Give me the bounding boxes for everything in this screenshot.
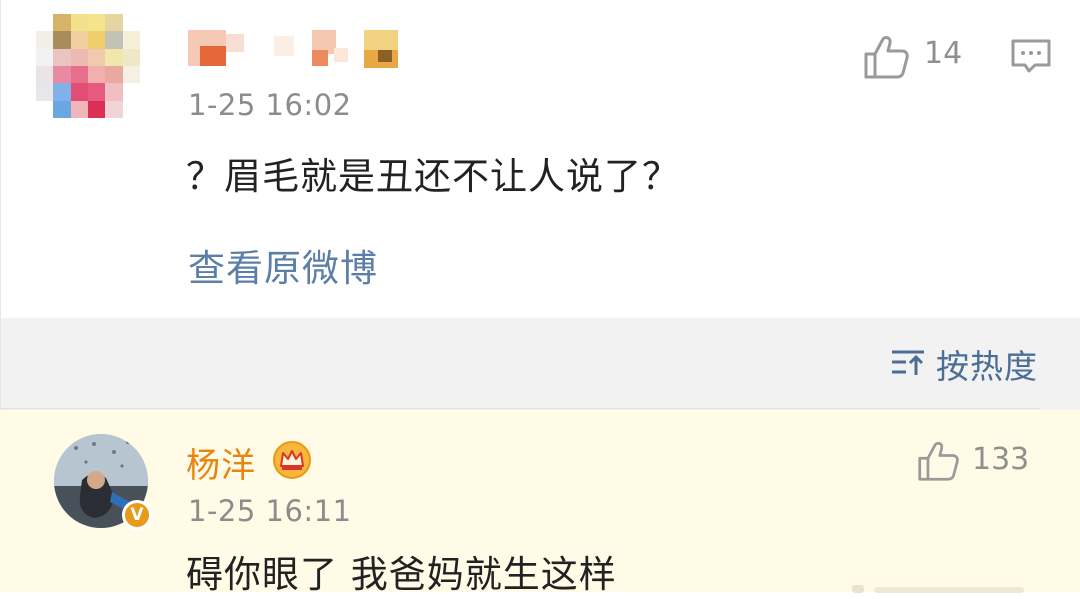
- comment-2-like-count: 133: [972, 442, 1030, 477]
- verified-badge: V: [122, 500, 152, 530]
- sort-icon: [890, 347, 926, 381]
- thumbs-up-icon[interactable]: [916, 440, 960, 486]
- comment-2-time: 1-25 16:11: [188, 494, 352, 528]
- username[interactable]: 杨洋: [186, 438, 256, 487]
- comment-icon[interactable]: [1010, 38, 1052, 78]
- comment-1-time: 1-25 16:02: [188, 88, 352, 122]
- comment-2-text: 碍你眼了 我爸妈就生这样: [186, 553, 617, 596]
- sort-label: 按热度: [936, 347, 1038, 386]
- crown-icon: [272, 440, 312, 484]
- section-divider: [0, 408, 1040, 409]
- sort-by-heat-button[interactable]: 按热度: [890, 342, 1038, 386]
- thumbs-up-icon[interactable]: [862, 34, 910, 84]
- avatar-pixelated[interactable]: [36, 14, 140, 118]
- comment-1-like-count: 14: [924, 36, 963, 71]
- view-original-link[interactable]: 查看原微博: [188, 238, 378, 292]
- username-pixelated[interactable]: [188, 30, 418, 68]
- comment-1-text: ？眉毛就是丑还不让人说了？: [186, 155, 680, 198]
